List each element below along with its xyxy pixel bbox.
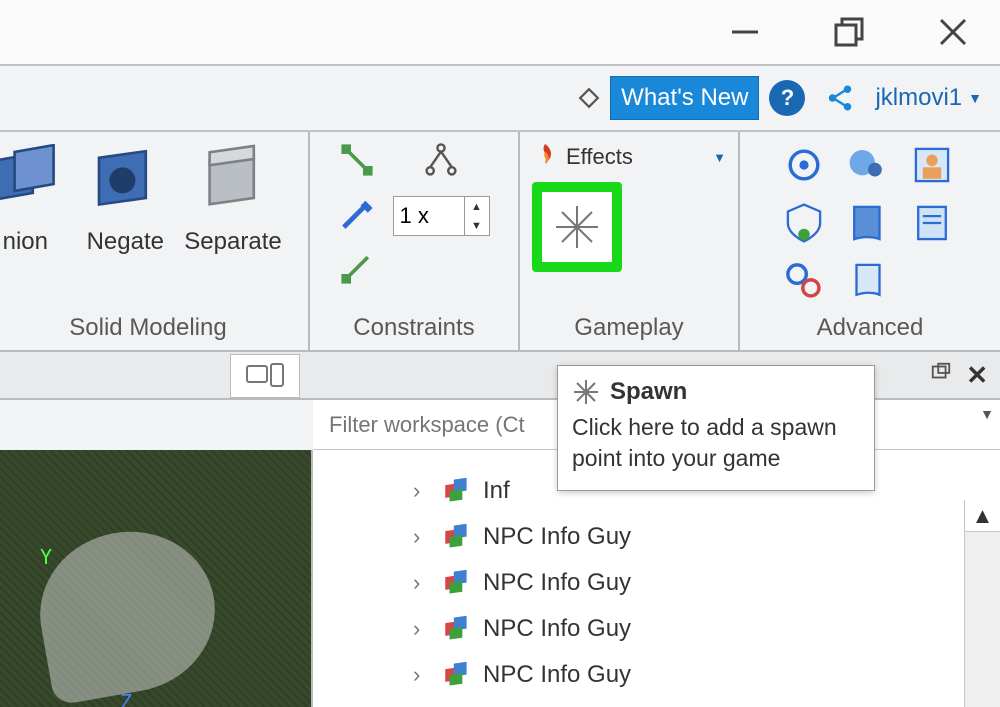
shield-icon[interactable] bbox=[781, 200, 827, 246]
tree-item-label: NPC Info Guy bbox=[483, 615, 631, 643]
separate-label: Separate bbox=[184, 228, 281, 256]
tree-item-label: NPC Info Guy bbox=[483, 661, 631, 689]
spawn-icon bbox=[572, 378, 600, 406]
group-advanced: Advanced bbox=[740, 132, 1000, 350]
scale-up-button[interactable]: ▲ bbox=[465, 197, 489, 216]
group-gameplay: Effects ▼ Gameplay bbox=[520, 132, 740, 350]
group-label-advanced: Advanced bbox=[817, 308, 924, 344]
tree-row[interactable]: › NPC Info Guy bbox=[313, 652, 1000, 698]
tree-row[interactable]: › NPC Info Guy bbox=[313, 560, 1000, 606]
tooltip-title: Spawn bbox=[610, 378, 687, 406]
separate-icon bbox=[192, 142, 274, 224]
script-blue-icon[interactable] bbox=[845, 200, 891, 246]
settings-icon[interactable] bbox=[781, 142, 827, 188]
model-icon bbox=[441, 659, 473, 691]
group-solid-modeling: nion Negate Separate Solid Modeling bbox=[0, 132, 310, 350]
tree-item-label: NPC Info Guy bbox=[483, 569, 631, 597]
union-label: nion bbox=[3, 228, 48, 256]
minimize-button[interactable] bbox=[723, 10, 767, 54]
portrait-icon[interactable] bbox=[909, 142, 955, 188]
group-label-constraints: Constraints bbox=[353, 308, 474, 344]
whats-new-button[interactable]: What's New bbox=[610, 76, 759, 120]
scale-down-button[interactable]: ▼ bbox=[465, 216, 489, 235]
union-button[interactable]: nion bbox=[0, 142, 66, 256]
union-icon bbox=[0, 142, 66, 224]
script-scroll-icon[interactable] bbox=[845, 258, 891, 304]
negate-icon bbox=[84, 142, 166, 224]
spawn-tooltip: Spawn Click here to add a spawn point in… bbox=[557, 365, 875, 491]
help-button[interactable]: ? bbox=[759, 76, 815, 120]
viewport-3d[interactable]: Y Z bbox=[0, 450, 313, 707]
chevron-down-icon: ▼ bbox=[968, 90, 982, 106]
tree-row[interactable]: › NPC Info Guy bbox=[313, 606, 1000, 652]
document-icon[interactable] bbox=[909, 200, 955, 246]
material-icon[interactable] bbox=[845, 142, 891, 188]
group-label-gameplay: Gameplay bbox=[574, 308, 683, 344]
group-constraints: ▲ ▼ Constraints bbox=[310, 132, 520, 350]
top-toolbar: What's New ? jklmovi1 ▼ bbox=[0, 66, 1000, 132]
create-constraint-icon[interactable] bbox=[339, 142, 375, 178]
negate-button[interactable]: Negate bbox=[84, 142, 166, 256]
spawn-button[interactable] bbox=[532, 182, 622, 272]
device-preview-button[interactable] bbox=[230, 354, 300, 398]
scrollbar[interactable]: ▲ bbox=[964, 500, 1000, 707]
maximize-button[interactable] bbox=[827, 10, 871, 54]
tooltip-body: Click here to add a spawn point into you… bbox=[572, 412, 860, 474]
panel-close-button[interactable]: ✕ bbox=[966, 360, 988, 391]
collapse-ribbon-icon[interactable] bbox=[568, 76, 610, 120]
group-label-solid-modeling: Solid Modeling bbox=[69, 308, 226, 344]
model-icon bbox=[441, 613, 473, 645]
service-gear-icon[interactable] bbox=[781, 258, 827, 304]
chevron-down-icon: ▼ bbox=[713, 150, 726, 165]
fire-icon bbox=[532, 142, 558, 172]
effects-dropdown[interactable]: Effects ▼ bbox=[532, 142, 726, 172]
ribbon: nion Negate Separate Solid Modeling bbox=[0, 132, 1000, 352]
dock-button[interactable] bbox=[930, 361, 952, 389]
scroll-up-button[interactable]: ▲ bbox=[965, 500, 1000, 532]
negate-label: Negate bbox=[87, 228, 164, 256]
model-icon bbox=[441, 521, 473, 553]
spawn-icon bbox=[550, 200, 604, 254]
axis-y-label: Y bbox=[40, 545, 52, 569]
effects-label: Effects bbox=[566, 144, 633, 170]
expand-icon[interactable]: › bbox=[413, 524, 431, 550]
model-icon bbox=[441, 567, 473, 599]
tree-item-label: Inf bbox=[483, 477, 510, 505]
share-icon[interactable] bbox=[815, 76, 865, 120]
scale-spinner[interactable]: ▲ ▼ bbox=[393, 196, 490, 236]
model-icon bbox=[441, 475, 473, 507]
user-menu[interactable]: jklmovi1 ▼ bbox=[865, 76, 992, 120]
tree-row[interactable]: › NPC Info Guy bbox=[313, 514, 1000, 560]
expand-icon[interactable]: › bbox=[413, 478, 431, 504]
scale-input[interactable] bbox=[394, 197, 464, 235]
hierarchy-icon[interactable] bbox=[423, 142, 459, 178]
tree-item-label: NPC Info Guy bbox=[483, 523, 631, 551]
attach-constraint-icon[interactable] bbox=[339, 250, 375, 286]
window-titlebar bbox=[0, 0, 1000, 66]
expand-icon[interactable]: › bbox=[413, 662, 431, 688]
close-button[interactable] bbox=[931, 10, 975, 54]
window-controls bbox=[723, 10, 975, 54]
weld-constraint-icon[interactable] bbox=[339, 196, 375, 232]
expand-icon[interactable]: › bbox=[413, 570, 431, 596]
filter-dropdown-icon[interactable]: ▼ bbox=[980, 406, 994, 422]
axis-z-label: Z bbox=[120, 690, 132, 707]
username-label: jklmovi1 bbox=[875, 84, 962, 112]
separate-button[interactable]: Separate bbox=[184, 142, 281, 256]
expand-icon[interactable]: › bbox=[413, 616, 431, 642]
